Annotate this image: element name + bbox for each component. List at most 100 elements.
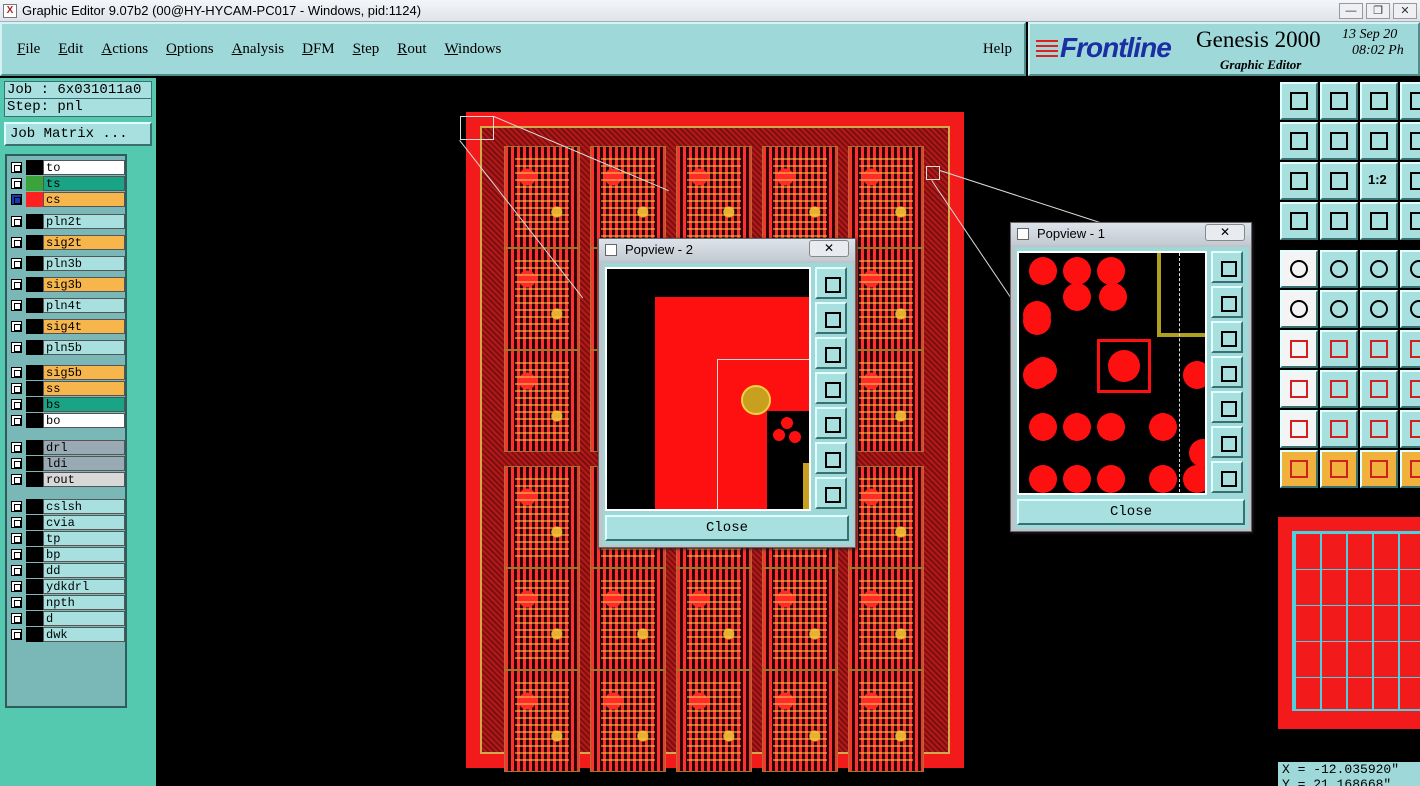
layer-name[interactable]: npth: [43, 595, 125, 610]
layer-row-cslsh[interactable]: cslsh: [9, 499, 125, 514]
job-matrix-button[interactable]: Job Matrix ...: [4, 122, 152, 146]
layer-row-tp[interactable]: tp: [9, 531, 125, 546]
layer-row-to[interactable]: to: [9, 160, 125, 175]
menu-dfm[interactable]: DFM: [302, 41, 335, 58]
layer-checkbox[interactable]: [11, 162, 22, 173]
popview-pan-up-button[interactable]: [815, 302, 847, 334]
layer-checkbox[interactable]: [11, 458, 22, 469]
layer-row-sig2t[interactable]: sig2t: [9, 235, 125, 250]
layer-color-swatch[interactable]: [26, 627, 43, 642]
layer-name[interactable]: sig2t: [43, 235, 125, 250]
angle-tool[interactable]: [1280, 330, 1318, 368]
layer-checkbox[interactable]: [11, 279, 22, 290]
popview-zoom-in-button[interactable]: [815, 442, 847, 474]
layer-checkbox[interactable]: [11, 216, 22, 227]
layer-color-swatch[interactable]: [26, 440, 43, 455]
popview-2-close-button[interactable]: Close: [605, 515, 849, 541]
popview-sync-button[interactable]: [1211, 251, 1243, 283]
layer-name[interactable]: d: [43, 611, 125, 626]
layer-checkbox[interactable]: [11, 597, 22, 608]
ruler-tool[interactable]: [1360, 250, 1398, 288]
layer-checkbox[interactable]: [11, 565, 22, 576]
layer-color-swatch[interactable]: [26, 340, 43, 355]
layer-checkbox[interactable]: [11, 399, 22, 410]
layer-color-swatch[interactable]: [26, 579, 43, 594]
layer-checkbox[interactable]: [11, 383, 22, 394]
menu-actions[interactable]: Actions: [101, 41, 148, 58]
layer-checkbox[interactable]: [11, 613, 22, 624]
ratio-tool[interactable]: 1:2: [1360, 162, 1398, 200]
snap-tool[interactable]: [1400, 122, 1420, 160]
popview-zoom-out-button[interactable]: [1211, 461, 1243, 493]
layer-row-ts[interactable]: ts: [9, 176, 125, 191]
layer-row-d[interactable]: d: [9, 611, 125, 626]
diamond-tool[interactable]: [1400, 410, 1420, 448]
popview-1-close-x-button[interactable]: ✕: [1205, 224, 1245, 241]
layer-checkbox[interactable]: [11, 474, 22, 485]
menu-options[interactable]: Options: [166, 41, 214, 58]
layer-color-swatch[interactable]: [26, 563, 43, 578]
layer-name[interactable]: pln5b: [43, 340, 125, 355]
layer-row-drl[interactable]: drl: [9, 440, 125, 455]
pointer-tool[interactable]: [1280, 450, 1318, 488]
arch-tool[interactable]: [1360, 410, 1398, 448]
popview-pan-left-button[interactable]: [815, 372, 847, 404]
measure-tool[interactable]: [1280, 202, 1318, 240]
layer-name[interactable]: ldi: [43, 456, 125, 471]
connect-tool[interactable]: [1280, 290, 1318, 328]
layer-name[interactable]: drl: [43, 440, 125, 455]
step-tool[interactable]: [1400, 450, 1420, 488]
undo-zoom-tool[interactable]: [1360, 122, 1398, 160]
layers-tool[interactable]: [1360, 202, 1398, 240]
layer-color-swatch[interactable]: [26, 256, 43, 271]
layer-color-swatch[interactable]: [26, 381, 43, 396]
layer-color-swatch[interactable]: [26, 397, 43, 412]
layer-name[interactable]: ss: [43, 381, 125, 396]
layer-checkbox[interactable]: [11, 178, 22, 189]
layer-row-pln3b[interactable]: pln3b: [9, 256, 125, 271]
layer-row-bo[interactable]: bo: [9, 413, 125, 428]
layer-name[interactable]: pln4t: [43, 298, 125, 313]
menu-help[interactable]: Help: [983, 41, 1012, 58]
layer-checkbox[interactable]: [11, 581, 22, 592]
layer-name[interactable]: sig5b: [43, 365, 125, 380]
layer-row-pln5b[interactable]: pln5b: [9, 340, 125, 355]
popview-1-close-button[interactable]: Close: [1017, 499, 1245, 525]
layer-checkbox[interactable]: [11, 321, 22, 332]
layer-checkbox[interactable]: [11, 300, 22, 311]
stretch-tool[interactable]: [1360, 370, 1398, 408]
layer-color-swatch[interactable]: [26, 413, 43, 428]
pointer-box-tool[interactable]: [1320, 450, 1358, 488]
pan-left-tool[interactable]: [1280, 122, 1318, 160]
menu-step[interactable]: Step: [353, 41, 380, 58]
layer-name[interactable]: bp: [43, 547, 125, 562]
trapezoid-tool[interactable]: [1320, 410, 1358, 448]
close-window-button[interactable]: ✕: [1393, 2, 1417, 19]
layer-checkbox[interactable]: [11, 258, 22, 269]
layer-row-ydkdrl[interactable]: ydkdrl: [9, 579, 125, 594]
layer-name[interactable]: tp: [43, 531, 125, 546]
layer-row-bs[interactable]: bs: [9, 397, 125, 412]
layer-name[interactable]: cs: [43, 192, 125, 207]
layer-name[interactable]: pln3b: [43, 256, 125, 271]
layer-color-swatch[interactable]: [26, 515, 43, 530]
layer-color-swatch[interactable]: [26, 192, 43, 207]
layer-color-swatch[interactable]: [26, 547, 43, 562]
layer-row-dd[interactable]: dd: [9, 563, 125, 578]
layer-row-cs[interactable]: cs: [9, 192, 125, 207]
menu-edit[interactable]: Edit: [58, 41, 83, 58]
fit-view-tool[interactable]: [1320, 82, 1358, 120]
arc-tool[interactable]: [1360, 330, 1398, 368]
help-tool[interactable]: [1400, 162, 1420, 200]
popview-pan-right-button[interactable]: [1211, 391, 1243, 423]
layer-checkbox[interactable]: [11, 549, 22, 560]
popview-pan-up-button[interactable]: [1211, 286, 1243, 318]
bracket-tool[interactable]: [1400, 330, 1420, 368]
popview-zoom-out-button[interactable]: [815, 477, 847, 509]
cross-tool[interactable]: [1320, 290, 1358, 328]
pan-right-tool[interactable]: [1320, 122, 1358, 160]
menu-file[interactable]: File: [17, 41, 40, 58]
layer-row-sig4t[interactable]: sig4t: [9, 319, 125, 334]
layer-checkbox[interactable]: [11, 629, 22, 640]
layer-row-ldi[interactable]: ldi: [9, 456, 125, 471]
